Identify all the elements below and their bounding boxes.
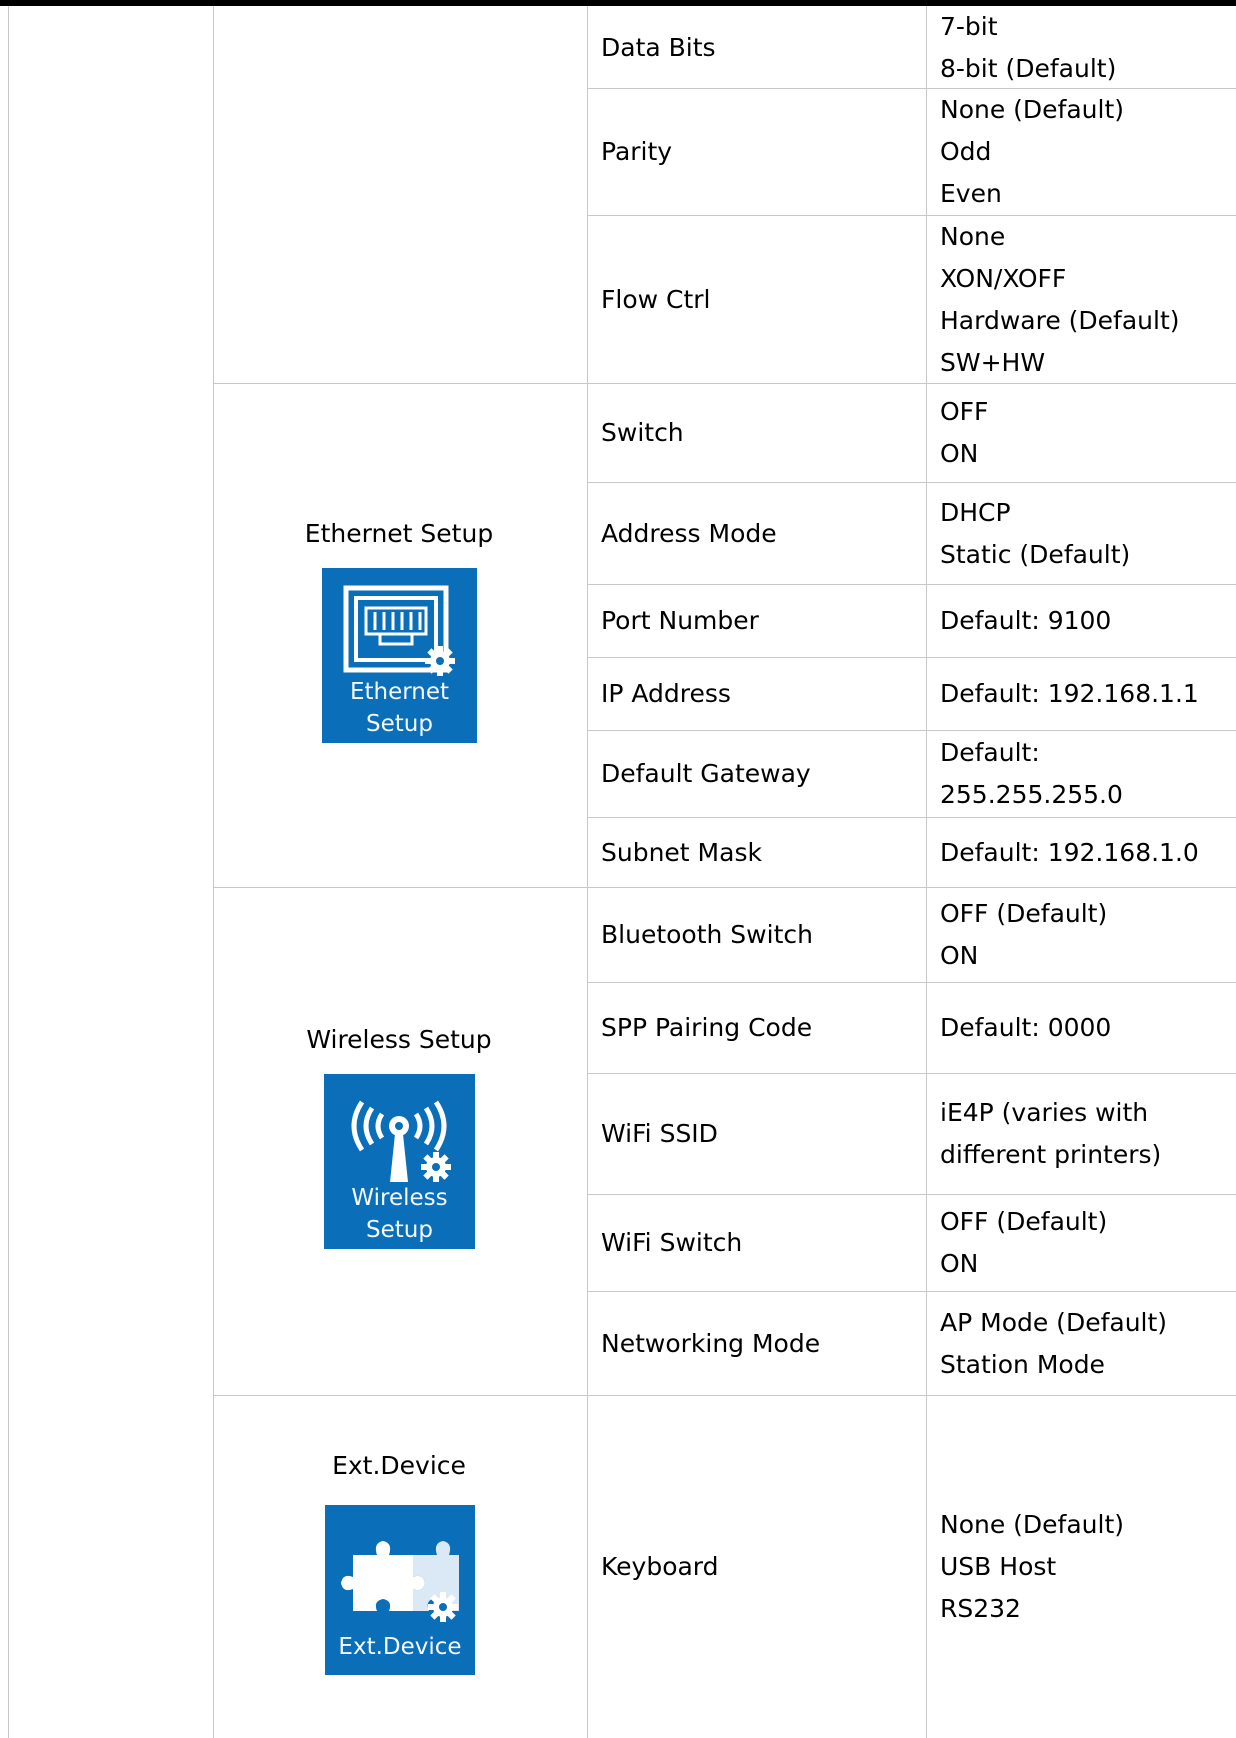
option-value: 7-bit (940, 12, 998, 41)
option-value: XON/XOFF (940, 263, 1067, 293)
option-value: DHCP (940, 497, 1011, 527)
setting-name: IP Address (601, 679, 731, 708)
setting-name: Port Number (601, 606, 759, 635)
setting-name: Parity (601, 137, 673, 166)
setting-name: Address Mode (601, 518, 777, 548)
option-value: Default: 192.168.1.0 (940, 837, 1199, 867)
ext-device-icon: Ext.Device (325, 1505, 475, 1675)
option-value: Default: (940, 738, 1040, 767)
setting-name: Bluetooth Switch (601, 920, 813, 949)
option-value: SW+HW (940, 347, 1046, 377)
table-border-left (8, 6, 9, 1738)
option-value: 255.255.255.0 (940, 780, 1123, 809)
row-divider (588, 88, 1236, 89)
setting-options: 7-bit 8-bit (Default) (940, 8, 1116, 88)
icon-caption: Wireless (351, 1185, 448, 1211)
setting-options: AP Mode (Default) Station Mode (940, 1292, 1167, 1395)
section-label-ethernet: Ethernet Setup (304, 519, 494, 548)
option-value: AP Mode (Default) (940, 1307, 1168, 1337)
setting-options: iE4P (varies with different printers) (940, 1074, 1161, 1194)
setting-name: Default Gateway (601, 759, 811, 788)
setting-name: Data Bits (601, 33, 716, 62)
option-value: None (Default) (940, 95, 1125, 124)
option-value: Static (Default) (940, 539, 1131, 569)
option-value: Even (940, 179, 1002, 208)
option-value: OFF (Default) (940, 1207, 1108, 1236)
option-value: Default: 0000 (940, 1013, 1112, 1042)
setting-options: Default: 255.255.255.0 (940, 731, 1123, 817)
wireless-setup-icon: Wireless Setup (324, 1074, 475, 1249)
option-value: OFF (940, 397, 989, 426)
option-value: OFF (Default) (940, 899, 1108, 928)
option-value: different printers) (940, 1140, 1162, 1169)
option-value: Station Mode (940, 1349, 1105, 1379)
ethernet-setup-icon: Ethernet Setup (322, 568, 477, 743)
option-value: Default: 9100 (940, 606, 1112, 635)
icon-caption: Setup (366, 1217, 433, 1243)
setting-options: Default: 9100 (940, 585, 1111, 657)
section-label-wireless: Wireless Setup (306, 1025, 492, 1054)
setting-options: OFF (Default) ON (940, 1195, 1107, 1291)
setting-options: None (Default) USB Host RS232 (940, 1396, 1124, 1738)
setting-name: Flow Ctrl (601, 284, 711, 314)
section-label-ext-device: Ext.Device (332, 1451, 466, 1480)
option-value: Hardware (Default) (940, 305, 1180, 335)
setting-options: None (Default) Odd Even (940, 89, 1124, 215)
option-value: 8-bit (Default) (940, 54, 1117, 83)
setting-name: WiFi SSID (601, 1119, 718, 1148)
option-value: RS232 (940, 1594, 1021, 1623)
option-value: ON (940, 1249, 979, 1278)
setting-options: Default: 192.168.1.0 (940, 818, 1199, 887)
option-value: iE4P (varies with (940, 1098, 1149, 1127)
option-value: ON (940, 941, 979, 970)
option-value: Default: 192.168.1.1 (940, 679, 1199, 708)
setting-options: DHCP Static (Default) (940, 483, 1130, 584)
icon-caption: Ethernet (349, 679, 450, 705)
icon-caption: Setup (366, 711, 433, 737)
column-divider-2 (587, 6, 588, 1738)
setting-options: Default: 0000 (940, 983, 1111, 1073)
option-value: None (940, 221, 1006, 251)
setting-options: OFF ON (940, 384, 988, 482)
setting-options: OFF (Default) ON (940, 888, 1107, 982)
option-value: USB Host (940, 1552, 1057, 1581)
option-value: ON (940, 439, 979, 468)
setting-options: None XON/XOFF Hardware (Default) SW+HW (940, 216, 1180, 383)
setting-name: SPP Pairing Code (601, 1013, 813, 1042)
setting-options: Default: 192.168.1.1 (940, 658, 1199, 730)
setting-name: Keyboard (601, 1552, 719, 1581)
setting-name: Switch (601, 418, 684, 447)
column-divider-3 (926, 6, 927, 1738)
option-value: Odd (940, 137, 992, 166)
icon-caption: Ext.Device (338, 1634, 462, 1660)
option-value: None (Default) (940, 1510, 1125, 1539)
setting-name: WiFi Switch (601, 1228, 743, 1257)
setting-name: Networking Mode (601, 1328, 821, 1358)
setting-name: Subnet Mask (601, 837, 762, 867)
